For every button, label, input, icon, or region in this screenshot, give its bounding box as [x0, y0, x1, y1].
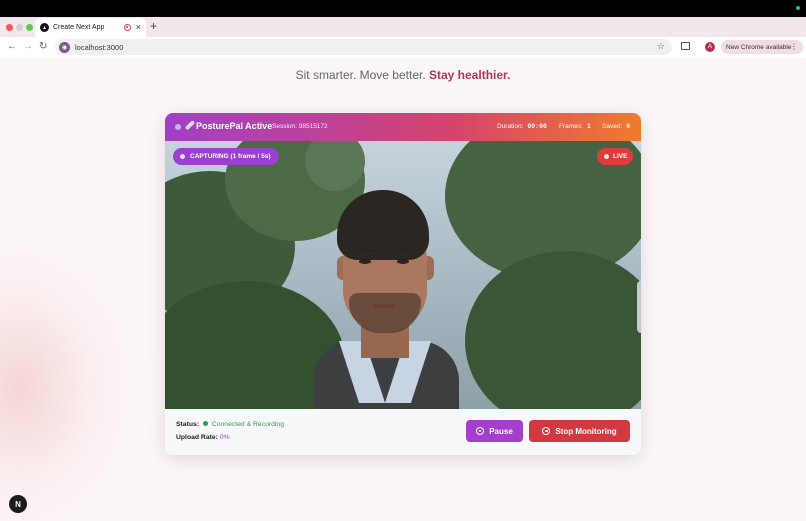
tagline: Sit smarter. Move better. Stay healthier… — [0, 68, 806, 82]
active-dot-icon — [175, 124, 181, 130]
address-bar[interactable]: ◉ localhost:3000 ☆ — [55, 39, 672, 55]
status-value: Connected & Recording — [211, 421, 284, 428]
stop-monitoring-button[interactable]: Stop Monitoring — [529, 420, 630, 442]
stop-icon — [542, 427, 551, 435]
profile-avatar[interactable]: A — [705, 42, 715, 52]
saved-label: Saved: — [602, 123, 623, 130]
nextjs-dev-badge[interactable]: N — [9, 495, 27, 513]
stop-button-label: Stop Monitoring — [555, 426, 617, 436]
capturing-badge: CAPTURING (1 frame / 5s) — [173, 148, 279, 165]
person-mouth — [373, 304, 395, 308]
frames-stat: Frames: 1 — [559, 123, 591, 130]
session-id: Session: 98515172 — [272, 123, 328, 130]
monitor-footer: Status: Connected & Recording Upload Rat… — [165, 409, 641, 455]
page-content: Sit smarter. Move better. Stay healthier… — [0, 58, 806, 521]
duration-label: Duration: — [497, 123, 524, 130]
live-badge: LIVE — [597, 148, 633, 165]
window-zoom-button[interactable] — [26, 24, 33, 31]
tagline-plain: Sit smarter. Move better. — [295, 68, 429, 82]
nextjs-favicon-icon: ▲ — [40, 23, 49, 32]
video-edge-highlight — [637, 281, 641, 333]
back-icon[interactable]: ← — [7, 40, 17, 54]
saved-value: 0 — [626, 123, 631, 130]
window-minimize-button[interactable] — [16, 24, 23, 31]
os-top-bar — [0, 0, 806, 17]
tagline-emphasis: Stay healthier. — [429, 68, 511, 82]
bookmark-star-icon[interactable]: ☆ — [657, 41, 665, 52]
update-label: New Chrome available — [726, 43, 792, 51]
chrome-update-button[interactable]: New Chrome available ⋮ — [721, 40, 803, 54]
new-tab-button[interactable]: + — [150, 19, 157, 34]
saved-stat: Saved: 0 — [602, 123, 630, 130]
upload-rate-label: Upload Rate: — [176, 434, 218, 441]
status-line: Status: Connected & Recording — [176, 421, 284, 428]
person-brow — [355, 249, 375, 252]
live-dot-icon — [604, 154, 609, 159]
duration-value: 00:06 — [527, 123, 547, 130]
pause-button[interactable]: Pause — [466, 420, 523, 442]
posture-icon: 🩹 — [185, 121, 195, 130]
upload-rate-value: 0% — [219, 434, 230, 441]
upload-rate-line: Upload Rate: 0% — [176, 434, 230, 441]
pause-button-label: Pause — [489, 426, 513, 436]
monitor-header: 🩹 PosturePal Active Session: 98515172 Du… — [165, 113, 641, 141]
tab-close-icon[interactable]: × — [136, 23, 141, 32]
tab-title: Create Next App — [53, 24, 105, 31]
person-brow — [394, 249, 414, 252]
reload-icon[interactable]: ↻ — [39, 40, 47, 54]
monitor-card: 🩹 PosturePal Active Session: 98515172 Du… — [165, 113, 641, 455]
recording-indicator-icon — [123, 24, 131, 31]
tab-search-icon[interactable] — [681, 42, 690, 50]
forward-icon[interactable]: → — [23, 40, 33, 54]
window-close-button[interactable] — [6, 24, 13, 31]
pause-icon — [476, 427, 485, 435]
menu-kebab-icon[interactable]: ⋮ — [790, 42, 798, 51]
capturing-dot-icon — [180, 154, 185, 159]
status-label: Status: — [176, 421, 200, 428]
capturing-badge-label: CAPTURING (1 frame / 5s) — [190, 153, 271, 160]
site-info-icon[interactable]: ◉ — [59, 41, 70, 53]
person-eye — [359, 259, 371, 264]
frames-label: Frames: — [559, 123, 583, 130]
url-text[interactable]: localhost:3000 — [75, 43, 123, 52]
frames-value: 1 — [586, 123, 591, 130]
monitor-title: PosturePal Active — [196, 121, 273, 131]
browser-tab[interactable]: ▲ Create Next App × — [35, 18, 146, 37]
person-eye — [397, 259, 409, 264]
status-dot — [796, 6, 800, 10]
webcam-feed: CAPTURING (1 frame / 5s) LIVE — [165, 141, 641, 409]
duration-stat: Duration: 00:06 — [497, 123, 547, 130]
live-badge-label: LIVE — [613, 153, 628, 160]
status-ok-icon — [202, 421, 208, 426]
